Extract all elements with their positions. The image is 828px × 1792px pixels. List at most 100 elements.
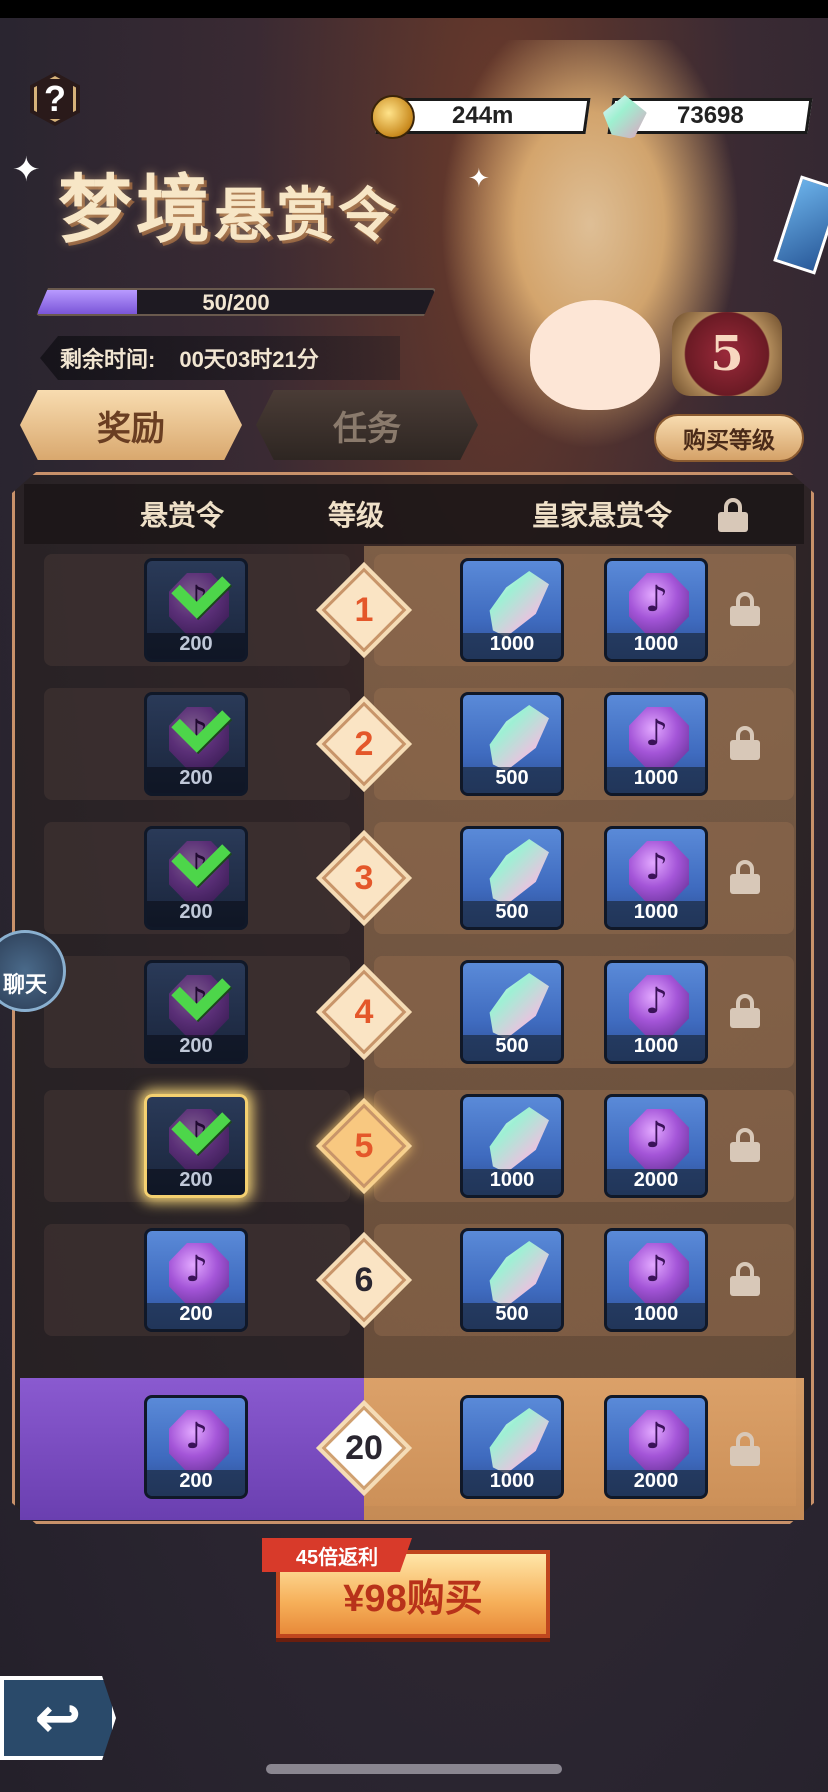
feather-icon <box>489 1107 549 1173</box>
purple-coin-icon <box>169 1243 229 1305</box>
royal-reward-item[interactable]: 1000 <box>604 826 708 930</box>
reward-quantity: 200 <box>147 901 245 927</box>
normal-reward-item[interactable]: 200 <box>144 1228 248 1332</box>
normal-reward-item[interactable]: 200 <box>144 692 248 796</box>
reward-quantity: 200 <box>147 1303 245 1329</box>
coin-amount: 244m <box>452 102 514 129</box>
reward-quantity: 200 <box>147 1470 245 1496</box>
purple-coin-icon <box>629 1410 689 1472</box>
coin-counter: 244m <box>370 95 591 139</box>
purple-coin-icon <box>629 573 689 635</box>
chat-label: 聊天 <box>2 972 47 997</box>
feather-icon <box>489 973 549 1039</box>
royal-reward-item[interactable]: 1000 <box>604 692 708 796</box>
reward-quantity: 500 <box>463 901 561 927</box>
back-arrow-icon: ↩ <box>34 1685 82 1751</box>
feather-icon <box>489 1408 549 1474</box>
timer-label: 剩余时间: <box>60 347 156 372</box>
remaining-time: 剩余时间: 00天03时21分 <box>40 336 400 380</box>
reward-quantity: 1000 <box>463 633 561 659</box>
level-number: 20 <box>345 1428 383 1467</box>
reward-quantity: 200 <box>147 767 245 793</box>
normal-reward-item[interactable]: 200 <box>144 1395 248 1499</box>
normal-reward-item[interactable]: 200 <box>144 960 248 1064</box>
normal-reward-item[interactable]: 200 <box>144 1094 248 1198</box>
reward-quantity: 1000 <box>463 1169 561 1195</box>
gold-coin-icon <box>370 95 415 139</box>
help-icon: ? <box>44 78 66 119</box>
reward-quantity: 200 <box>147 633 245 659</box>
level-number: 2 <box>354 724 374 763</box>
royal-reward-item[interactable]: 1000 <box>604 558 708 662</box>
purple-coin-icon <box>629 1109 689 1171</box>
reward-quantity: 1000 <box>607 1035 705 1061</box>
reward-quantity: 200 <box>147 1169 245 1195</box>
purple-coin-icon <box>629 841 689 903</box>
royal-reward-item[interactable]: 1000 <box>460 1395 564 1499</box>
feather-icon <box>489 839 549 905</box>
feather-counter: 73698 <box>607 98 813 134</box>
lock-icon <box>730 860 760 894</box>
buy-level-button[interactable]: 购买等级 <box>654 414 804 462</box>
normal-reward-item[interactable]: 200 <box>144 558 248 662</box>
royal-reward-item[interactable]: 1000 <box>460 558 564 662</box>
timer-value: 00天03时21分 <box>179 347 319 372</box>
royal-reward-item[interactable]: 1000 <box>604 1228 708 1332</box>
column-royal-pass: 皇家悬赏令 <box>532 500 673 531</box>
royal-reward-item[interactable]: 500 <box>460 1228 564 1332</box>
reward-row: 200 1 1000 1000 <box>44 548 796 668</box>
reward-quantity: 500 <box>463 1303 561 1329</box>
purple-coin-icon <box>629 1243 689 1305</box>
reward-row: 200 4 500 1000 <box>44 950 796 1070</box>
lock-icon <box>730 1432 760 1466</box>
lock-icon <box>718 498 748 532</box>
reward-quantity: 1000 <box>607 901 705 927</box>
normal-reward-item[interactable]: 200 <box>144 826 248 930</box>
reward-row: 200 2 500 1000 <box>44 682 796 802</box>
progress-text: 50/200 <box>202 290 270 315</box>
reward-quantity: 2000 <box>607 1169 705 1195</box>
mascot-face <box>530 300 660 410</box>
lock-icon <box>730 994 760 1028</box>
reward-row: 200 6 500 1000 <box>44 1218 796 1338</box>
royal-reward-item[interactable]: 2000 <box>604 1395 708 1499</box>
title-main: 梦境 <box>58 167 214 253</box>
column-level: 等级 <box>328 500 385 531</box>
experience-progress-bar: 50/200 <box>36 288 436 316</box>
level-number: 5 <box>354 1126 374 1165</box>
purple-coin-icon <box>629 975 689 1037</box>
royal-reward-item[interactable]: 1000 <box>604 960 708 1064</box>
page-title: 梦境悬赏令 <box>58 150 478 260</box>
royal-reward-item[interactable]: 1000 <box>460 1094 564 1198</box>
lock-icon <box>730 592 760 626</box>
reward-quantity: 1000 <box>463 1470 561 1496</box>
royal-reward-item[interactable]: 500 <box>460 692 564 796</box>
home-indicator <box>266 1764 562 1774</box>
reward-quantity: 1000 <box>607 767 705 793</box>
purple-coin-icon <box>169 1410 229 1472</box>
rebate-tag: 45倍返利 <box>262 1538 412 1572</box>
reward-quantity: 1000 <box>607 633 705 659</box>
reward-row: 200 5 1000 2000 <box>44 1084 796 1204</box>
help-button[interactable]: ? <box>30 72 80 126</box>
back-button[interactable]: ↩ <box>0 1676 116 1760</box>
royal-reward-item[interactable]: 2000 <box>604 1094 708 1198</box>
tab-tasks[interactable]: 任务 <box>256 390 478 460</box>
feather-icon <box>489 1241 549 1307</box>
feather-icon <box>489 571 549 637</box>
lock-icon <box>730 1262 760 1296</box>
status-bar <box>0 0 828 18</box>
tab-rewards[interactable]: 奖励 <box>20 390 242 460</box>
sparkle-icon: ✦ <box>12 150 41 190</box>
level-number: 4 <box>354 992 374 1031</box>
reward-row: 200 3 500 1000 <box>44 816 796 936</box>
lock-icon <box>730 1128 760 1162</box>
level-number: 1 <box>354 590 374 629</box>
feather-icon <box>489 705 549 771</box>
lock-icon <box>730 726 760 760</box>
reward-quantity: 2000 <box>607 1470 705 1496</box>
royal-reward-item[interactable]: 500 <box>460 826 564 930</box>
reward-quantity: 500 <box>463 767 561 793</box>
reward-quantity: 1000 <box>607 1303 705 1329</box>
royal-reward-item[interactable]: 500 <box>460 960 564 1064</box>
